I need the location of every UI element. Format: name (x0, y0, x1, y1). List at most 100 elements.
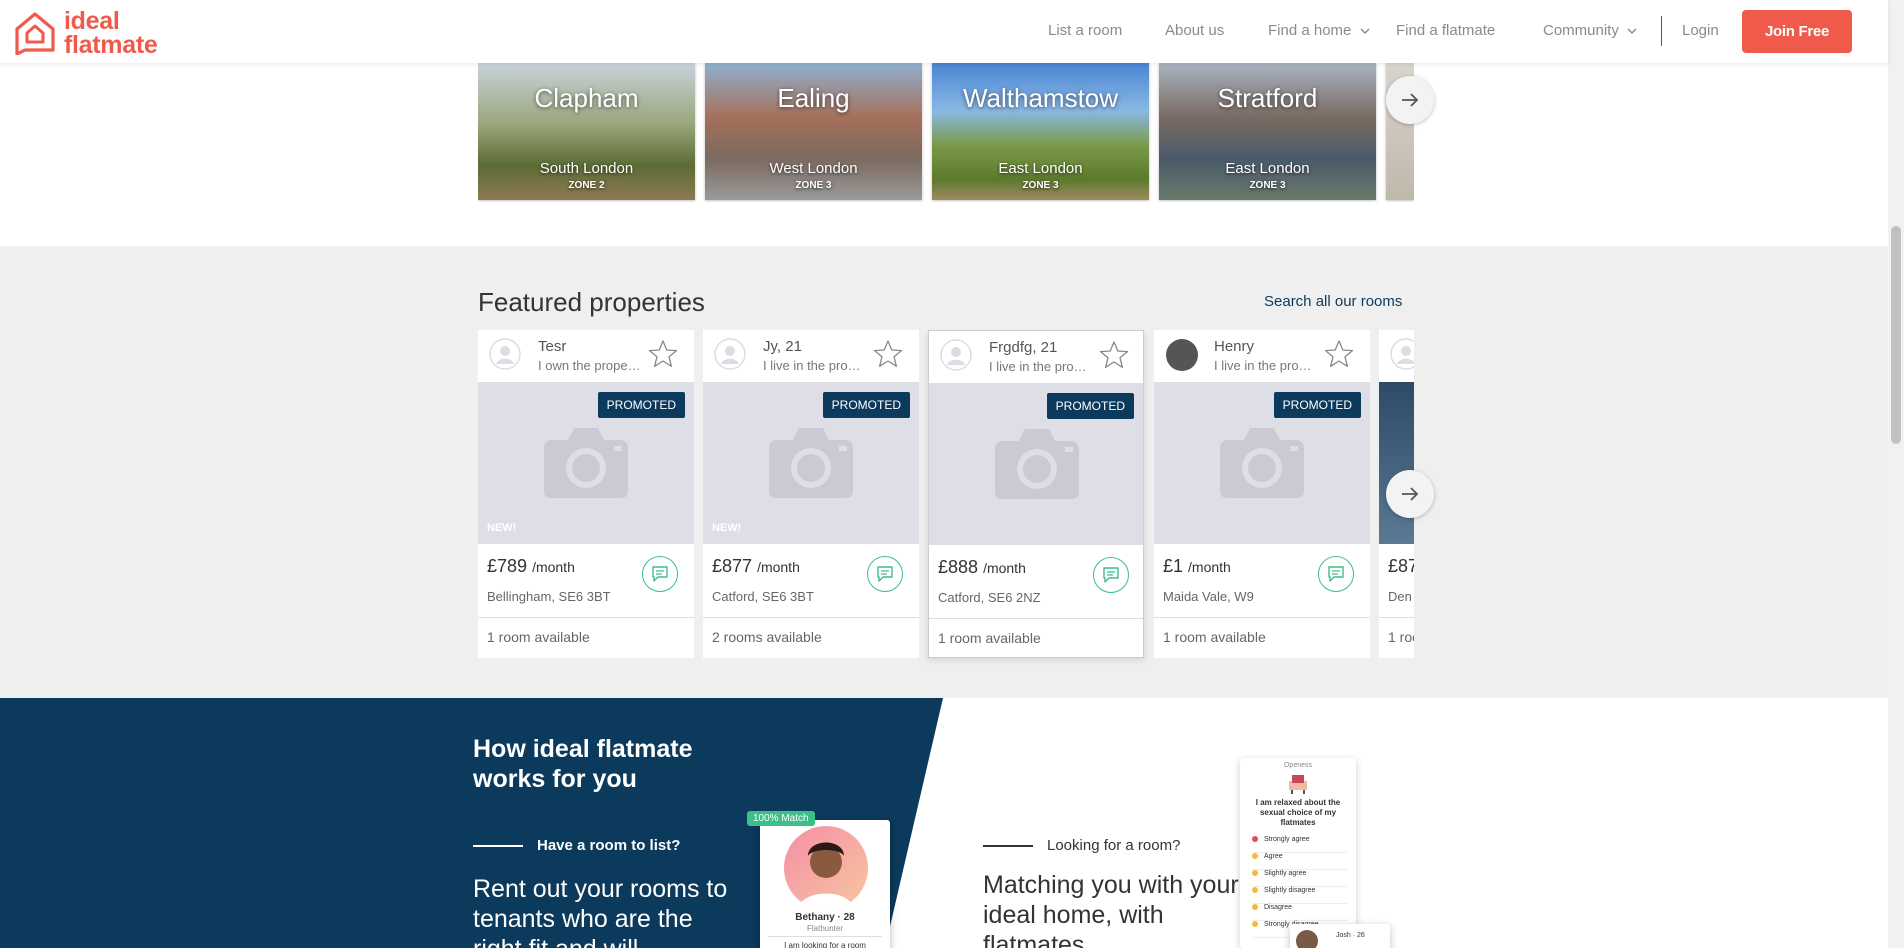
area-name: Ealing (777, 83, 850, 113)
area-card-stratford[interactable]: Stratford East London ZONE 3 (1159, 63, 1376, 200)
property-price: £87 (1388, 556, 1414, 577)
owner-desc: I live in the property (763, 358, 867, 373)
search-all-rooms-link[interactable]: Search all our rooms (1264, 293, 1402, 310)
left-accent-line (473, 845, 523, 847)
looking-room-heading: Looking for a room? (1047, 837, 1181, 854)
area-zone: ZONE 3 (1249, 180, 1286, 191)
looking-room-text: Matching you with your ideal home, with … (983, 871, 1239, 948)
profile-photo (784, 826, 868, 910)
nav-community[interactable]: Community (1543, 22, 1638, 39)
logo-word-1: ideal (64, 7, 120, 35)
price-value: £877 (712, 556, 753, 576)
nav-find-flatmate[interactable]: Find a flatmate (1396, 22, 1495, 39)
nav-login[interactable]: Login (1682, 22, 1719, 39)
property-card[interactable]: Frgdfg, 21 I live in the property PROMOT… (928, 330, 1144, 658)
property-card[interactable]: Tesr I own the property PROMOTED NEW! £7… (478, 330, 694, 658)
right-accent-line (983, 845, 1033, 847)
nav-find-home[interactable]: Find a home (1268, 22, 1371, 39)
chat-icon (652, 566, 668, 582)
emoji-icon (1252, 836, 1258, 843)
have-room-heading: Have a room to list? (537, 837, 681, 854)
answer-label: Agree (1264, 853, 1283, 860)
area-card-ealing[interactable]: Ealing West London ZONE 3 (705, 63, 922, 200)
property-card[interactable]: Henry I live in the property PROMOTED £1… (1154, 330, 1370, 658)
price-value: £1 (1163, 556, 1184, 576)
match-badge: 100% Match (747, 811, 815, 826)
area-next-button[interactable] (1386, 76, 1434, 124)
question-text: I am relaxed about the sexual choice of … (1255, 798, 1341, 827)
area-card-clapham[interactable]: Clapham South London ZONE 2 (478, 63, 695, 200)
avatar-placeholder-icon (1390, 338, 1414, 370)
star-icon[interactable] (1099, 340, 1129, 370)
owner-desc: I live in the property (989, 359, 1093, 374)
couch-illustration-icon (1289, 775, 1307, 794)
have-room-text: Rent out your rooms to tenants who are t… (473, 875, 728, 948)
property-card[interactable]: Jy, 21 I live in the property PROMOTED N… (703, 330, 919, 658)
questionnaire-card-illustration: Openess I am relaxed about the sexual ch… (1240, 758, 1356, 948)
logo[interactable]: ideal flatmate (13, 7, 173, 58)
arrow-right-icon (1402, 487, 1419, 501)
camera-icon (769, 428, 853, 498)
nav-about[interactable]: About us (1165, 22, 1224, 39)
new-tag: NEW! (487, 522, 517, 534)
property-photo: PROMOTED (929, 383, 1143, 545)
area-card-walthamstow[interactable]: Walthamstow East London ZONE 3 (932, 63, 1149, 200)
property-location: Maida Vale, W9 (1163, 589, 1254, 604)
property-price: £789 /month (487, 556, 575, 577)
property-photo: PROMOTED (1154, 382, 1370, 544)
price-period: /month (1188, 559, 1231, 575)
message-button[interactable] (867, 556, 903, 592)
star-icon[interactable] (648, 339, 678, 369)
rooms-available: 1 room available (938, 630, 1041, 646)
featured-title: Featured properties (478, 287, 705, 317)
area-name: Clapham (534, 83, 639, 113)
emoji-icon (1252, 921, 1258, 928)
join-free-button[interactable]: Join Free (1742, 10, 1852, 53)
answer-option: Strongly agree (1252, 836, 1348, 853)
flatmate-photo (1296, 930, 1318, 948)
chevron-down-icon (1627, 28, 1637, 35)
scrollbar-thumb[interactable] (1891, 226, 1901, 444)
message-button[interactable] (1318, 556, 1354, 592)
price-value: £888 (938, 557, 979, 577)
property-price: £1 /month (1163, 556, 1231, 577)
area-name: Walthamstow (962, 83, 1119, 113)
answer-option: Slightly disagree (1252, 887, 1348, 904)
area-name: Stratford (1217, 83, 1318, 113)
avatar-placeholder-icon (489, 338, 521, 370)
how-title: How ideal flatmate works for you (473, 735, 693, 793)
card-divider (703, 617, 919, 618)
area-zone: ZONE 2 (568, 180, 605, 191)
camera-icon (544, 428, 628, 498)
rooms-available: 1 room available (1163, 629, 1266, 645)
flatmate-card-illustration: Josh · 26 (1290, 924, 1390, 948)
price-value: £87 (1388, 556, 1414, 576)
question-category: Openess (1283, 762, 1313, 769)
camera-icon (1220, 428, 1304, 498)
property-photo: PROMOTED NEW! (703, 382, 919, 544)
emoji-icon (1252, 887, 1258, 894)
property-location: Bellingham, SE6 3BT (487, 589, 611, 604)
flatmate-name: Josh · 26 (1336, 932, 1365, 939)
star-icon[interactable] (1324, 339, 1354, 369)
owner-name: Henry (1214, 338, 1255, 355)
promoted-badge: PROMOTED (1273, 392, 1361, 418)
nav-list-room[interactable]: List a room (1048, 22, 1122, 39)
property-photo (1379, 382, 1414, 544)
avatar-placeholder-icon (714, 338, 746, 370)
nav-divider (1661, 16, 1662, 46)
match-card-illustration: Bethany · 28 Flathunter I am looking for… (760, 820, 890, 948)
card-divider (929, 618, 1143, 619)
camera-icon (995, 429, 1079, 499)
promoted-badge: PROMOTED (822, 392, 910, 418)
answer-label: Slightly agree (1264, 870, 1307, 877)
page-scrollbar[interactable] (1888, 0, 1904, 948)
star-icon[interactable] (873, 339, 903, 369)
logo-text: ideal flatmate (64, 7, 158, 58)
answer-option: Disagree (1252, 904, 1348, 921)
properties-next-button[interactable] (1386, 470, 1434, 518)
area-region: West London (769, 160, 858, 177)
message-button[interactable] (1093, 557, 1129, 593)
message-button[interactable] (642, 556, 678, 592)
nav-find-home-label: Find a home (1268, 22, 1352, 39)
